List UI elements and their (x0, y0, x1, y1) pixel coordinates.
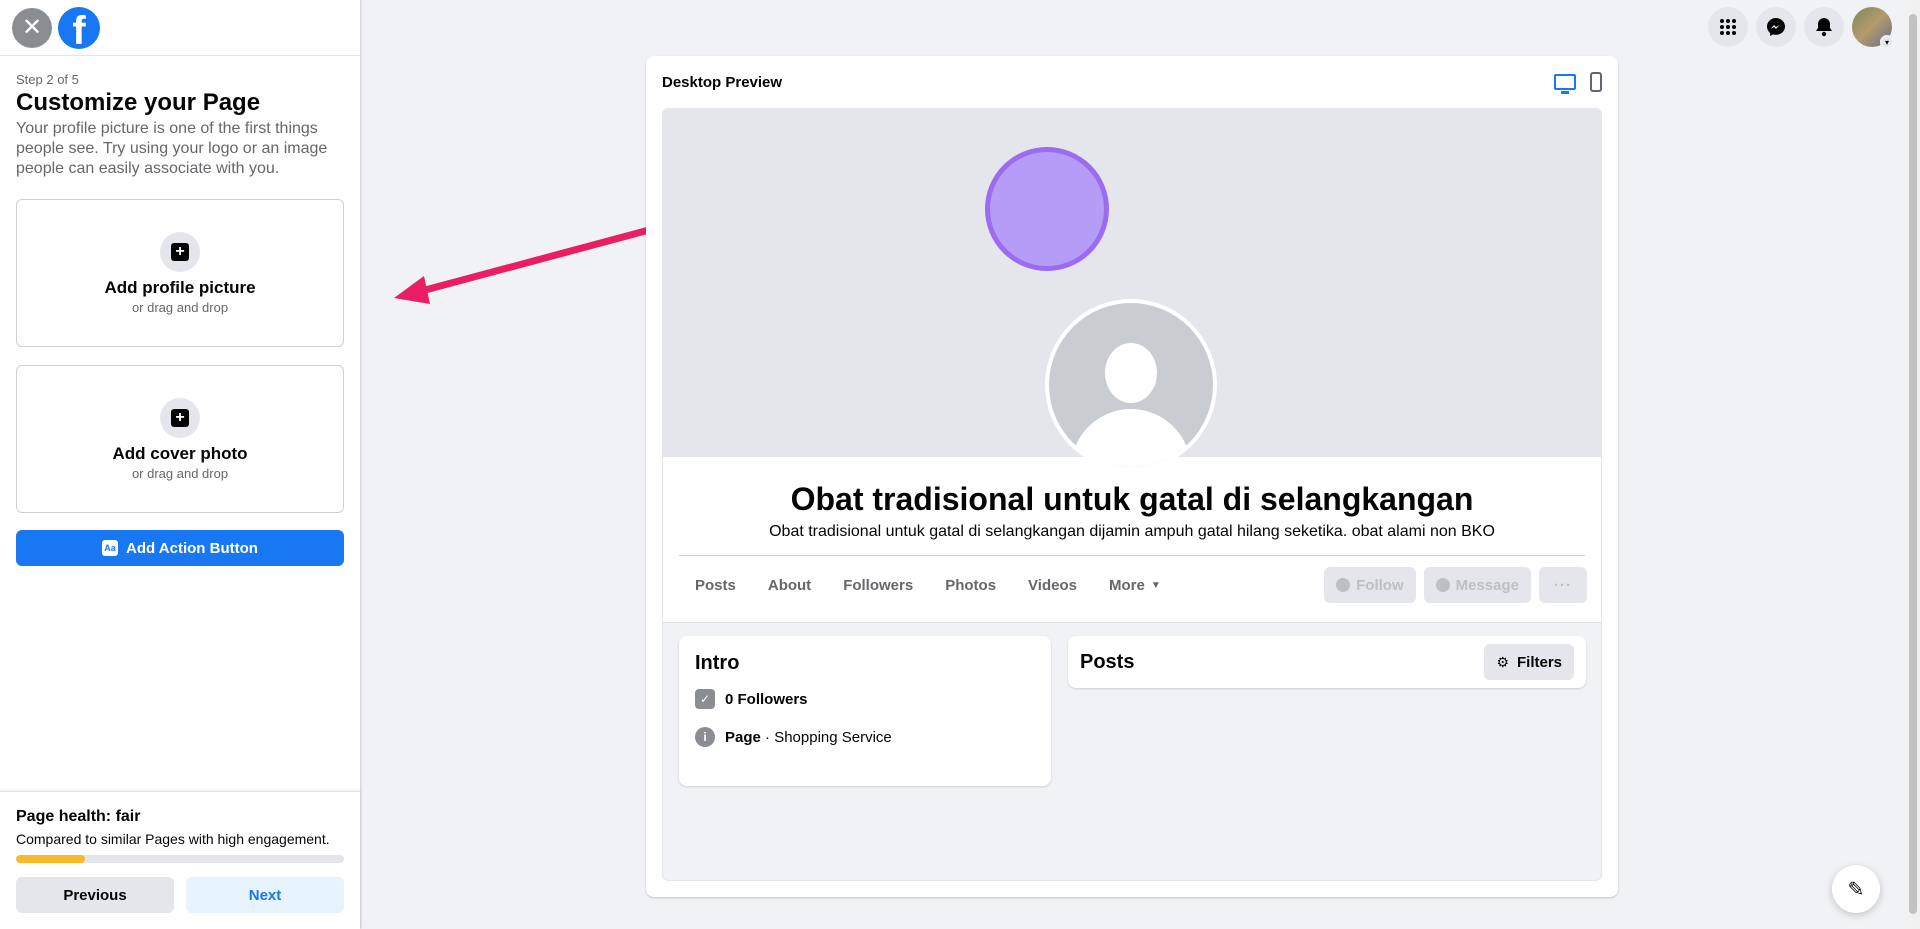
messenger-button[interactable] (1756, 7, 1796, 47)
messenger-icon (1767, 18, 1785, 36)
add-profile-picture-title: Add profile picture (104, 277, 256, 297)
filters-button[interactable]: ⚙ Filters (1484, 644, 1574, 680)
info-icon: i (695, 727, 715, 747)
preview-device-toggle (1554, 72, 1602, 94)
filters-label: Filters (1516, 653, 1562, 671)
compose-icon: ✎ (1847, 878, 1865, 901)
tab-followers[interactable]: Followers (827, 567, 929, 603)
close-button[interactable]: ✕ (12, 7, 52, 48)
scrollbar-thumb[interactable] (1909, 14, 1917, 914)
followers-count: 0 Followers (725, 690, 808, 708)
followers-icon: ✓ (695, 689, 715, 709)
left-panel-header: ✕ f (0, 0, 360, 56)
tab-videos[interactable]: Videos (1012, 567, 1093, 603)
add-photo-icon: + (160, 231, 200, 272)
follow-label: Follow (1356, 576, 1404, 594)
follow-button[interactable]: Follow (1324, 567, 1416, 603)
left-panel-footer: Page health: fair Compared to similar Pa… (0, 791, 360, 929)
tab-about[interactable]: About (752, 567, 827, 603)
message-button[interactable]: Message (1423, 567, 1531, 603)
caret-down-icon: ▼ (1150, 579, 1161, 591)
desktop-preview-card: Desktop Preview Obat tradisional untuk g… (646, 56, 1618, 897)
previous-button[interactable]: Previous (16, 877, 174, 913)
add-cover-photo-title: Add cover photo (112, 443, 248, 463)
page-action-buttons: Follow Message ··· (1324, 567, 1587, 603)
desktop-icon[interactable] (1554, 74, 1576, 94)
add-profile-picture-subtitle: or drag and drop (131, 299, 229, 315)
panel-description: Your profile picture is one of the first… (16, 120, 328, 177)
tab-posts[interactable]: Posts (679, 567, 752, 603)
cover-placeholder-circle (985, 147, 1109, 271)
message-label: Message (1455, 576, 1519, 594)
add-profile-picture-box[interactable]: + Add profile picture or drag and drop (16, 199, 344, 347)
compose-button[interactable]: ✎ (1832, 865, 1880, 913)
facebook-f-icon: f (72, 8, 86, 49)
default-avatar-icon (1049, 303, 1213, 467)
bell-icon (1816, 18, 1832, 37)
action-button-icon: Aa (102, 540, 119, 556)
mobile-icon[interactable] (1590, 72, 1602, 92)
add-cover-photo-subtitle: or drag and drop (131, 465, 229, 481)
account-avatar[interactable]: ▾ (1852, 7, 1894, 49)
page-health-bar-fill (16, 855, 85, 863)
messenger-icon (1435, 578, 1450, 592)
preview-title: Desktop Preview (662, 73, 783, 91)
notifications-button[interactable] (1804, 7, 1844, 47)
posts-card: Posts ⚙ Filters (1068, 636, 1586, 688)
add-action-button[interactable]: Aa Add Action Button (16, 530, 344, 566)
tab-more[interactable]: More ▼ (1093, 567, 1177, 603)
left-panel: ✕ f Step 2 of 5 Customize your Page Your… (0, 0, 360, 929)
profile-picture (1045, 299, 1217, 471)
chevron-down-icon: ▾ (1880, 35, 1894, 49)
posts-title: Posts (1080, 650, 1135, 673)
page-name: Obat tradisional untuk gatal di selangka… (790, 481, 1474, 517)
filters-icon: ⚙ (1496, 653, 1509, 670)
page-health-title: Page health: fair (16, 808, 141, 825)
page-tabs: Posts About Followers Photos Videos More… (679, 567, 1177, 603)
page-health-description: Compared to similar Pages with high enga… (16, 831, 330, 847)
tab-photos[interactable]: Photos (929, 567, 1012, 603)
next-button[interactable]: Next (186, 877, 344, 913)
more-actions-button[interactable]: ··· (1539, 567, 1587, 603)
add-action-button-label: Add Action Button (126, 539, 258, 557)
intro-card: Intro ✓ 0 Followers i Page · Shopping Se… (679, 636, 1051, 786)
divider (679, 555, 1585, 556)
panel-title: Customize your Page (16, 89, 261, 116)
page-type-label: Page (725, 728, 761, 746)
preview-header: Desktop Preview (646, 56, 1618, 108)
footer-buttons: Previous Next (16, 877, 344, 913)
add-cover-photo-box[interactable]: + Add cover photo or drag and drop (16, 365, 344, 513)
add-photo-icon: + (160, 397, 200, 438)
left-panel-body: Step 2 of 5 Customize your Page Your pro… (0, 56, 360, 582)
page-preview: Obat tradisional untuk gatal di selangka… (662, 108, 1602, 881)
grid-menu-icon (1720, 19, 1736, 35)
page-category: · Shopping Service (760, 728, 892, 746)
page-scrollbar[interactable] (1906, 0, 1920, 929)
follow-icon (1336, 578, 1351, 592)
page-header: Obat tradisional untuk gatal di selangka… (663, 457, 1601, 623)
followers-row: ✓ 0 Followers (695, 689, 1035, 709)
step-indicator: Step 2 of 5 (16, 72, 79, 87)
page-description: Obat tradisional untuk gatal di selangka… (769, 523, 1495, 540)
menu-button[interactable] (1708, 7, 1748, 47)
intro-title: Intro (695, 652, 740, 674)
close-icon: ✕ (21, 13, 43, 41)
top-nav-icons: ▾ (1708, 7, 1894, 49)
facebook-logo[interactable]: f (58, 6, 100, 49)
page-category-row: i Page · Shopping Service (695, 727, 1035, 747)
page-health-bar (16, 855, 344, 863)
